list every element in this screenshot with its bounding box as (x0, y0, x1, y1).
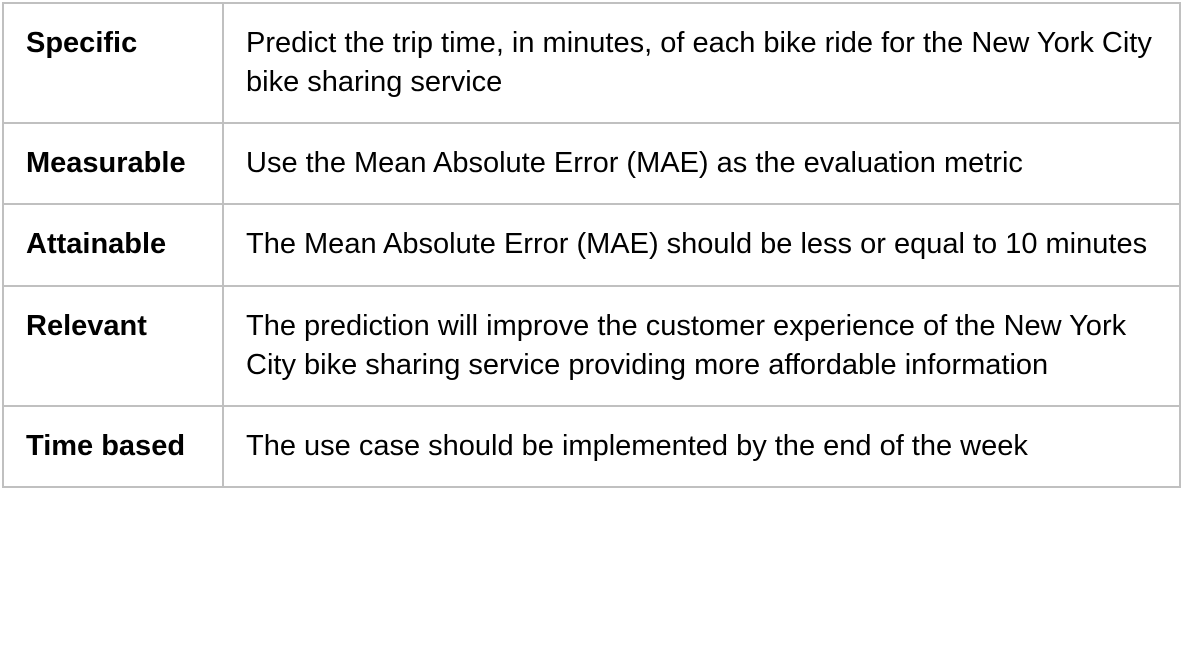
row-label-timebased: Time based (3, 406, 223, 487)
row-value-attainable: The Mean Absolute Error (MAE) should be … (223, 204, 1180, 285)
row-label-specific: Specific (3, 3, 223, 123)
table-row: Attainable The Mean Absolute Error (MAE)… (3, 204, 1180, 285)
row-value-timebased: The use case should be implemented by th… (223, 406, 1180, 487)
row-value-specific: Predict the trip time, in minutes, of ea… (223, 3, 1180, 123)
table-row: Measurable Use the Mean Absolute Error (… (3, 123, 1180, 204)
row-value-measurable: Use the Mean Absolute Error (MAE) as the… (223, 123, 1180, 204)
table-row: Time based The use case should be implem… (3, 406, 1180, 487)
row-label-measurable: Measurable (3, 123, 223, 204)
row-value-relevant: The prediction will improve the customer… (223, 286, 1180, 406)
smart-goals-table: Specific Predict the trip time, in minut… (2, 2, 1181, 488)
row-label-relevant: Relevant (3, 286, 223, 406)
table-row: Relevant The prediction will improve the… (3, 286, 1180, 406)
table-row: Specific Predict the trip time, in minut… (3, 3, 1180, 123)
row-label-attainable: Attainable (3, 204, 223, 285)
